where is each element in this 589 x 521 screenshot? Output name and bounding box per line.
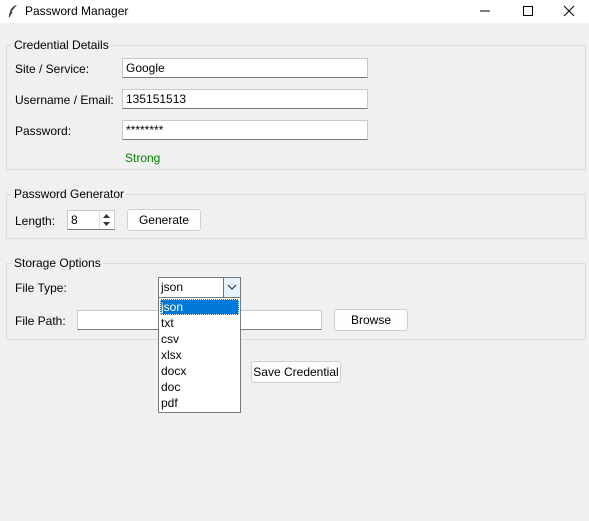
close-icon	[563, 5, 575, 17]
file-type-combobox[interactable]: json	[158, 277, 241, 298]
spin-down-icon[interactable]	[103, 222, 110, 226]
site-input[interactable]: Google	[122, 58, 368, 78]
title-bar: Password Manager	[0, 0, 589, 23]
dropdown-option-csv[interactable]: csv	[160, 331, 239, 347]
browse-button[interactable]: Browse	[334, 309, 408, 331]
credential-details-legend: Credential Details	[14, 38, 109, 52]
password-generator-legend: Password Generator	[14, 187, 125, 201]
dropdown-option-json[interactable]: json	[160, 299, 239, 315]
minimize-button[interactable]	[462, 0, 508, 23]
password-strength-label: Strong	[125, 151, 161, 165]
length-spinbox-arrows[interactable]	[99, 211, 114, 229]
window-title: Password Manager	[25, 4, 129, 18]
maximize-button[interactable]	[505, 0, 551, 23]
file-type-dropdown-list[interactable]: json txt csv xlsx docx doc pdf	[158, 297, 241, 413]
save-credential-button[interactable]: Save Credential	[251, 361, 341, 383]
username-label: Username / Email:	[15, 93, 114, 107]
site-label: Site / Service:	[15, 62, 90, 76]
length-label: Length:	[15, 214, 56, 228]
dropdown-option-doc[interactable]: doc	[160, 379, 239, 395]
generate-button[interactable]: Generate	[127, 209, 201, 231]
length-value: 8	[71, 213, 78, 227]
length-spinbox[interactable]: 8	[67, 210, 115, 230]
file-type-dropdown-button[interactable]	[223, 278, 240, 297]
password-label: Password:	[15, 124, 72, 138]
feather-icon	[7, 4, 19, 18]
spin-up-icon[interactable]	[103, 214, 110, 218]
minimize-icon	[480, 10, 490, 12]
dropdown-option-pdf[interactable]: pdf	[160, 395, 239, 411]
file-type-label: File Type:	[15, 281, 67, 295]
dropdown-option-docx[interactable]: docx	[160, 363, 239, 379]
username-input[interactable]: 135151513	[122, 89, 368, 109]
file-type-value: json	[161, 280, 184, 294]
chevron-down-icon	[227, 284, 237, 290]
file-path-label: File Path:	[15, 314, 66, 328]
dropdown-option-xlsx[interactable]: xlsx	[160, 347, 239, 363]
dropdown-option-txt[interactable]: txt	[160, 315, 239, 331]
storage-options-legend: Storage Options	[14, 256, 101, 270]
maximize-icon	[523, 6, 533, 16]
password-input[interactable]: ********	[122, 120, 368, 140]
close-button[interactable]	[546, 0, 589, 23]
